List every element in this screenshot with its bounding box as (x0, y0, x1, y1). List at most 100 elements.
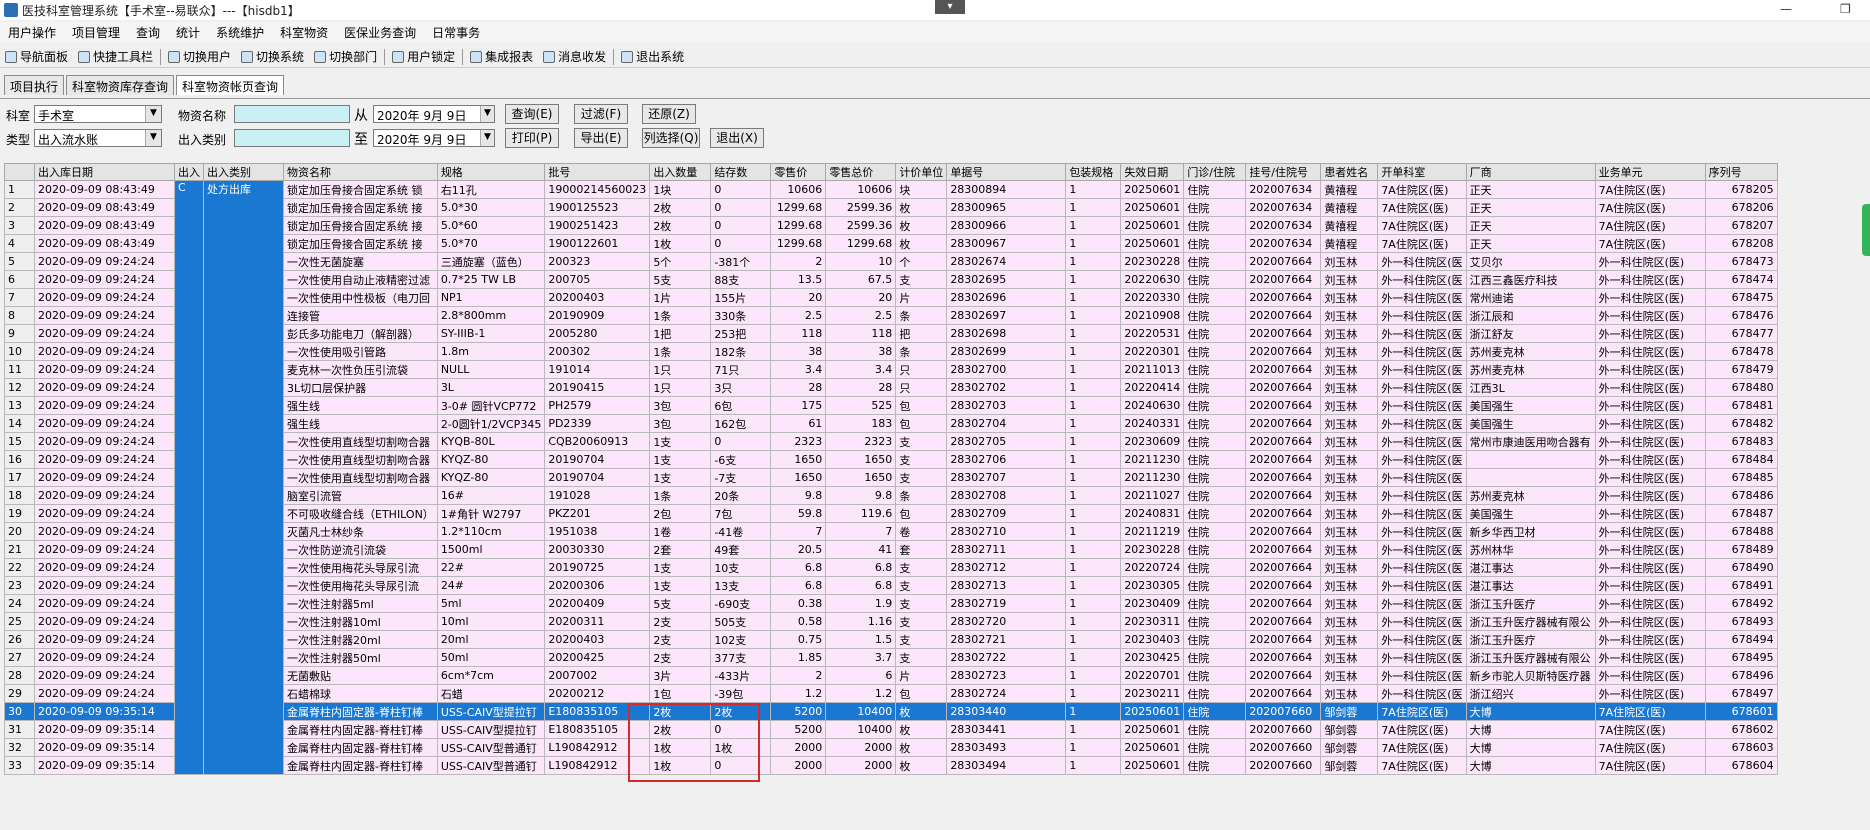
column-header[interactable]: 规格 (436, 163, 546, 181)
table-cell: 外一科住院区(医 (1377, 504, 1467, 523)
column-header[interactable]: 门诊/住院 (1183, 163, 1247, 181)
table-cell: 202007664 (1245, 270, 1322, 289)
column-header[interactable]: 失效日期 (1120, 163, 1185, 181)
toolbar-switch-dept[interactable]: 切换部门 (309, 48, 382, 65)
table-cell: 住院 (1183, 738, 1247, 757)
table-cell: 块 (895, 180, 948, 199)
column-header[interactable]: 零售总价 (825, 163, 897, 181)
table-cell: 外一科住院区(医) (1594, 306, 1706, 325)
restore-filter-button[interactable]: 还原(Z) (642, 104, 696, 124)
print-button[interactable]: 打印(P) (505, 128, 559, 148)
toolbar-exit[interactable]: 退出系统 (616, 48, 689, 65)
menu-dept-supplies[interactable]: 科室物资 (272, 24, 336, 41)
query-button[interactable]: 查询(E) (505, 104, 559, 124)
table-cell: 刘玉林 (1320, 522, 1379, 541)
column-header[interactable]: 计价单位 (895, 163, 948, 181)
table-row[interactable]: 1 2020-09-09 08:43:49 C 处方出库 锁定加压骨接合固定系统 锁右1… (4, 180, 1778, 775)
table-cell: 678496 (1704, 666, 1778, 685)
table-cell: KYQZ-80 (436, 468, 546, 487)
row-number: 25 (4, 612, 35, 631)
toolbar-reports[interactable]: 集成报表 (465, 48, 538, 65)
table-cell: 外一科住院区(医 (1377, 486, 1467, 505)
item-name-input[interactable] (234, 105, 350, 123)
toolbar-switch-user[interactable]: 切换用户 (163, 48, 236, 65)
table-cell: 0.75 (770, 630, 827, 649)
toolbar-quick-tools[interactable]: 快捷工具栏 (73, 48, 158, 65)
exit-button[interactable]: 退出(X) (710, 128, 764, 148)
menu-maintenance[interactable]: 系统维护 (208, 24, 272, 41)
table-cell: 678494 (1704, 630, 1778, 649)
table-cell: 7A住院区(医) (1594, 756, 1706, 775)
column-header[interactable]: 出入数量 (649, 163, 712, 181)
column-header[interactable] (4, 163, 35, 181)
table-cell: 162包 (710, 414, 772, 433)
toolbar-switch-system[interactable]: 切换系统 (236, 48, 309, 65)
table-cell: 13支 (710, 576, 772, 595)
export-button[interactable]: 导出(E) (574, 128, 628, 148)
table-cell: 2 (770, 252, 827, 271)
type-select[interactable]: 出入流水账 ▼ (34, 129, 162, 147)
table-cell: 一次性无菌旋塞 (283, 252, 438, 271)
table-cell: 1 (1065, 270, 1122, 289)
column-header[interactable]: 批号 (544, 163, 651, 181)
filter-button[interactable]: 过滤(F) (574, 104, 628, 124)
table-cell: 麦克林一次性负压引流袋 (283, 360, 438, 379)
column-header[interactable]: 物资名称 (283, 163, 438, 181)
table-cell: 外一科住院区(医 (1377, 576, 1467, 595)
column-header[interactable]: 单据号 (946, 163, 1067, 181)
table-cell: 大博 (1465, 720, 1596, 739)
column-header[interactable]: 序列号 (1704, 163, 1778, 181)
chevron-down-icon[interactable]: ▾ (935, 0, 965, 14)
column-header[interactable]: 出入 (174, 163, 204, 181)
column-header[interactable]: 出入类别 (203, 163, 284, 181)
table-cell: 2599.36 (825, 198, 897, 217)
tab-stock-query[interactable]: 科室物资库存查询 (66, 75, 175, 95)
filter-panel: 科室 手术室 ▼ 类型 出入流水账 ▼ 物资名称 出入类别 从 2020年 9月 9… (0, 98, 1870, 158)
column-header[interactable]: 零售价 (770, 163, 827, 181)
table-cell: 20200306 (544, 576, 651, 595)
date-from-picker[interactable]: 2020年 9月 9日 ▼ (373, 105, 495, 123)
menu-stats[interactable]: 统计 (168, 24, 208, 41)
toolbar-lock-user[interactable]: 用户锁定 (387, 48, 460, 65)
column-header[interactable]: 开单科室 (1377, 163, 1467, 181)
table-cell: 20250601 (1120, 702, 1185, 721)
side-handle[interactable] (1862, 204, 1870, 256)
column-header[interactable]: 患者姓名 (1320, 163, 1379, 181)
minimize-button[interactable]: — (1780, 2, 1792, 16)
toolbar-nav-panel[interactable]: 导航面板 (0, 48, 73, 65)
column-header[interactable]: 挂号/住院号 (1245, 163, 1322, 181)
tab-project-exec[interactable]: 项目执行 (4, 75, 65, 95)
row-number: 9 (4, 324, 35, 343)
table-cell: 28302695 (946, 270, 1067, 289)
table-cell: 外一科住院区(医 (1377, 666, 1467, 685)
column-header[interactable]: 结存数 (710, 163, 772, 181)
table-cell: 1支 (649, 450, 712, 469)
column-header[interactable]: 业务单元 (1594, 163, 1706, 181)
table-cell: 条 (895, 342, 948, 361)
dept-select[interactable]: 手术室 ▼ (34, 105, 162, 123)
menu-insurance[interactable]: 医保业务查询 (336, 24, 424, 41)
column-header[interactable]: 厂商 (1465, 163, 1596, 181)
restore-button[interactable]: ❐ (1840, 2, 1851, 16)
toolbar-messages[interactable]: 消息收发 (538, 48, 611, 65)
menu-user-ops[interactable]: 用户操作 (0, 24, 64, 41)
switch-user-icon (168, 50, 181, 63)
table-cell: 20240331 (1120, 414, 1185, 433)
menu-project[interactable]: 项目管理 (64, 24, 128, 41)
io-type-input[interactable] (234, 129, 350, 147)
column-header[interactable]: 包装规格 (1065, 163, 1122, 181)
table-cell: 20.5 (770, 540, 827, 559)
menu-daily[interactable]: 日常事务 (424, 24, 488, 41)
table-cell: 678493 (1704, 612, 1778, 631)
column-select-button[interactable]: 列选择(Q) (642, 128, 700, 148)
date-to-picker[interactable]: 2020年 9月 9日 ▼ (373, 129, 495, 147)
tab-ledger-query[interactable]: 科室物资帐页查询 (176, 75, 285, 95)
column-header[interactable]: 出入库日期 (34, 163, 175, 181)
menu-query[interactable]: 查询 (128, 24, 168, 41)
table-cell: 28300894 (946, 180, 1067, 199)
table-cell: 常州市康迪医用吻合器有 (1465, 432, 1596, 451)
table-cell: 202007664 (1245, 252, 1322, 271)
table-cell: 16# (436, 486, 546, 505)
table-cell: 7包 (710, 504, 772, 523)
table-cell: 1支 (649, 432, 712, 451)
